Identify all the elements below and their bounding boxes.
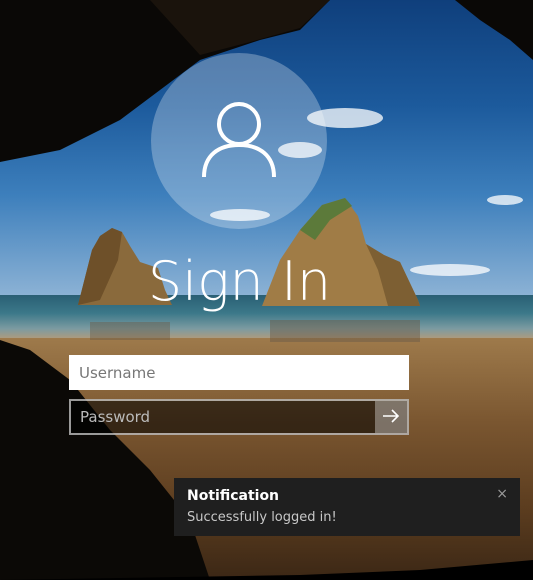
arrow-right-icon: [382, 408, 400, 427]
submit-button[interactable]: [375, 401, 407, 433]
notification-message: Successfully logged in!: [187, 510, 337, 525]
close-icon[interactable]: ×: [496, 486, 508, 502]
password-input[interactable]: [71, 401, 375, 433]
user-avatar: [151, 53, 327, 229]
username-input[interactable]: [69, 355, 409, 390]
password-field-group: [69, 399, 409, 435]
notification-toast: Notification Successfully logged in! ×: [174, 478, 520, 536]
user-icon: [199, 99, 279, 183]
page-title: Sign In: [147, 250, 332, 313]
notification-title: Notification: [187, 488, 280, 504]
